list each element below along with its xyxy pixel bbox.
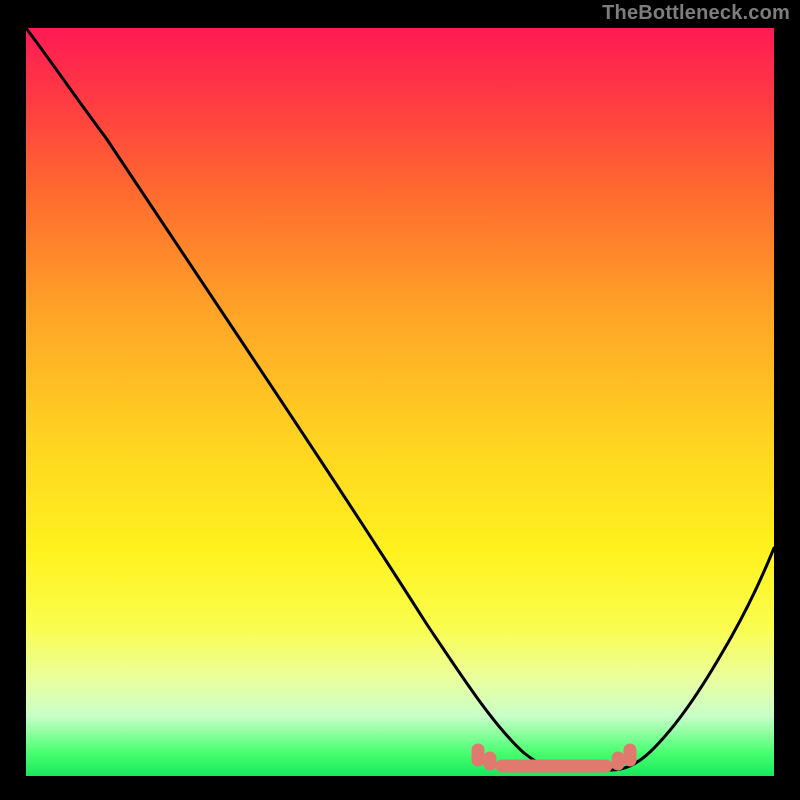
- minimum-markers: [472, 744, 636, 772]
- plot-overlay: [26, 28, 774, 776]
- plot-panel: [26, 28, 774, 776]
- attribution-text: TheBottleneck.com: [602, 2, 790, 25]
- marker-left-2: [484, 752, 496, 770]
- marker-right-2: [624, 744, 636, 766]
- chart-stage: TheBottleneck.com: [0, 0, 800, 800]
- bottleneck-curve: [26, 28, 774, 770]
- marker-flat-segment: [496, 760, 612, 772]
- marker-left-1: [472, 744, 484, 766]
- marker-right-1: [612, 752, 624, 770]
